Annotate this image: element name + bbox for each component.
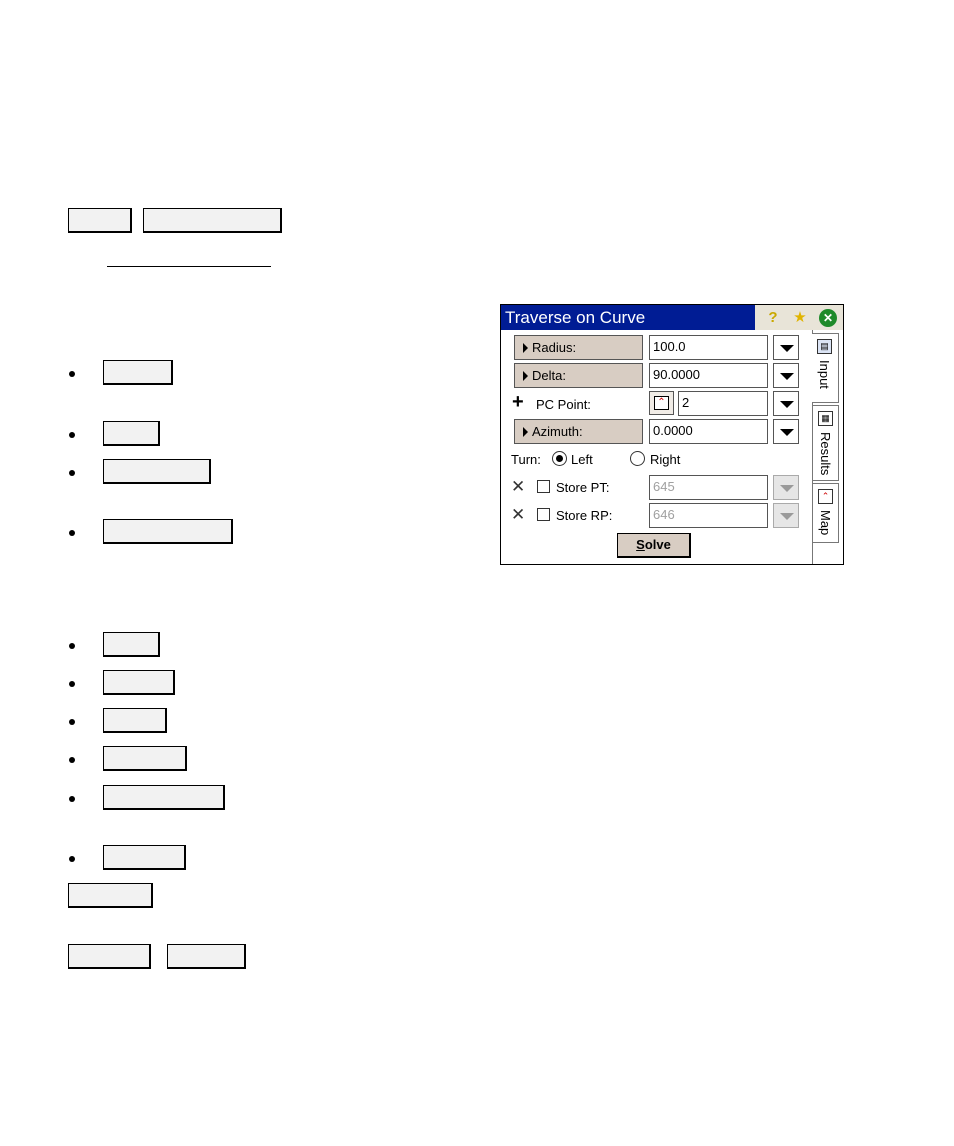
list-button-3[interactable]: [103, 459, 211, 484]
radio-selected-dot: [556, 455, 563, 462]
store-rp-dropdown: [773, 503, 799, 528]
list-button-10[interactable]: [103, 845, 186, 870]
store-rp-checkbox[interactable]: [537, 508, 550, 521]
help-icon[interactable]: ?: [764, 309, 782, 327]
input-form-icon: ▤: [817, 339, 832, 354]
pc-point-input[interactable]: 2: [678, 391, 768, 416]
favorites-star-icon[interactable]: ★: [791, 309, 809, 327]
turn-right-radio[interactable]: [630, 451, 645, 466]
page-button-2[interactable]: [143, 208, 282, 233]
page-button-1[interactable]: [68, 208, 132, 233]
cross-icon: ✕: [511, 505, 526, 524]
solve-button[interactable]: Solve: [617, 533, 691, 558]
tab-input-label: Input: [817, 360, 832, 389]
tab-map[interactable]: ⌃ Map: [812, 483, 839, 543]
tab-input[interactable]: ▤ Input: [812, 333, 839, 403]
delta-label: Delta:: [532, 368, 566, 383]
list-button-9[interactable]: [103, 785, 225, 810]
bullet: [69, 681, 75, 687]
azimuth-label: Azimuth:: [532, 424, 583, 439]
delta-dropdown[interactable]: [773, 363, 799, 388]
map-icon: ⌃: [818, 489, 833, 504]
radius-input[interactable]: 100.0: [649, 335, 768, 360]
chevron-down-icon: [780, 373, 794, 380]
store-pt-input: 645: [649, 475, 768, 500]
turn-label: Turn:: [511, 452, 541, 467]
radius-button[interactable]: Radius:: [514, 335, 643, 360]
chevron-down-icon: [780, 345, 794, 352]
triangle-right-icon: [523, 427, 528, 437]
delta-button[interactable]: Delta:: [514, 363, 643, 388]
bullet: [69, 856, 75, 862]
bullet: [69, 371, 75, 377]
chevron-down-icon: [780, 401, 794, 408]
pc-point-dropdown[interactable]: [773, 391, 799, 416]
underline-rule: [107, 266, 271, 267]
triangle-right-icon: [523, 343, 528, 353]
title-bar-icons: ? ★ ✕: [755, 305, 843, 330]
bullet: [69, 796, 75, 802]
list-button-6[interactable]: [103, 670, 175, 695]
tab-results[interactable]: ▦ Results: [812, 405, 839, 481]
bullet: [69, 432, 75, 438]
turn-left-label[interactable]: Left: [571, 452, 593, 468]
cross-icon: ✕: [511, 477, 526, 496]
store-pt-label: Store PT:: [556, 480, 610, 495]
azimuth-button[interactable]: Azimuth:: [514, 419, 643, 444]
list-button-5[interactable]: [103, 632, 160, 657]
bullet: [69, 470, 75, 476]
list-button-2[interactable]: [103, 421, 160, 446]
solve-label-mnemonic: S: [636, 537, 645, 552]
page-button-4[interactable]: [68, 944, 151, 969]
traverse-on-curve-dialog: Traverse on Curve ? ★ ✕ Radius: 100.0 De…: [500, 304, 844, 565]
store-rp-label: Store RP:: [556, 508, 613, 523]
list-button-4[interactable]: [103, 519, 233, 544]
solve-label-rest: olve: [644, 537, 671, 552]
title-bar: Traverse on Curve ? ★ ✕: [501, 305, 843, 330]
list-button-1[interactable]: [103, 360, 173, 385]
azimuth-dropdown[interactable]: [773, 419, 799, 444]
store-pt-checkbox[interactable]: [537, 480, 550, 493]
bullet: [69, 530, 75, 536]
page-button-3[interactable]: [68, 883, 153, 908]
store-pt-dropdown: [773, 475, 799, 500]
results-sheet-icon: ▦: [818, 411, 833, 426]
chevron-down-icon: [780, 485, 794, 492]
plus-icon[interactable]: +: [512, 392, 524, 412]
tab-results-label: Results: [818, 432, 833, 476]
turn-left-radio[interactable]: [552, 451, 567, 466]
triangle-right-icon: [523, 371, 528, 381]
bullet: [69, 643, 75, 649]
delta-input[interactable]: 90.0000: [649, 363, 768, 388]
turn-right-label[interactable]: Right: [650, 452, 680, 468]
list-button-8[interactable]: [103, 746, 187, 771]
chevron-down-icon: [780, 513, 794, 520]
list-button-7[interactable]: [103, 708, 167, 733]
store-rp-input: 646: [649, 503, 768, 528]
tab-map-label: Map: [818, 510, 833, 536]
bullet: [69, 757, 75, 763]
bullet: [69, 719, 75, 725]
radius-dropdown[interactable]: [773, 335, 799, 360]
chevron-down-icon: [780, 429, 794, 436]
close-icon[interactable]: ✕: [819, 309, 837, 327]
azimuth-input[interactable]: 0.0000: [649, 419, 768, 444]
map-pick-button[interactable]: ⌃: [649, 391, 674, 415]
page-button-5[interactable]: [167, 944, 246, 969]
dialog-title: Traverse on Curve: [505, 308, 646, 327]
pc-point-label: PC Point:: [536, 397, 591, 412]
map-pick-icon: ⌃: [654, 396, 669, 410]
radius-label: Radius:: [532, 340, 577, 355]
